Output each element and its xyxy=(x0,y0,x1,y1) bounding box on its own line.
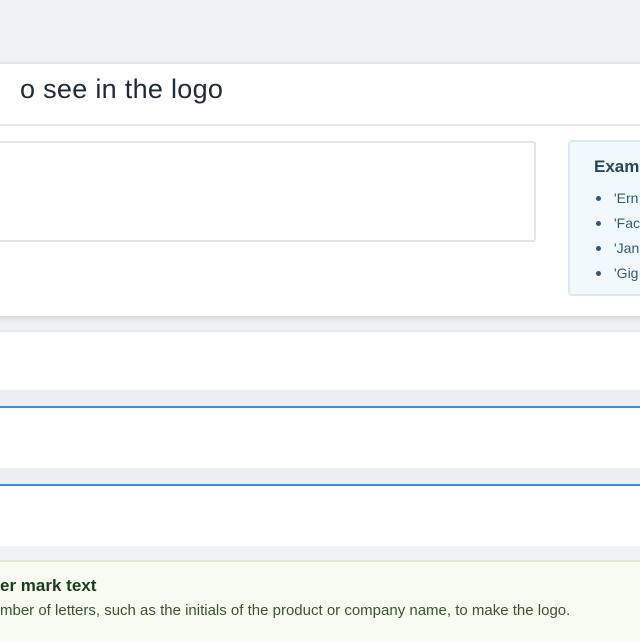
example-item: 'Fac xyxy=(594,215,640,240)
example-item: 'Ern xyxy=(594,190,640,215)
letter-mark-title: er mark text xyxy=(0,576,97,595)
example-item: 'Jan xyxy=(594,240,640,265)
option-panel-2[interactable] xyxy=(0,408,640,468)
examples-list: 'Ern 'Fac 'Jan 'Gig xyxy=(594,190,640,290)
examples-title: Examp xyxy=(594,157,640,176)
option-panel-3[interactable] xyxy=(0,486,640,546)
logo-text-input[interactable] xyxy=(0,141,536,242)
card-divider xyxy=(0,124,640,126)
section-gap xyxy=(0,468,640,484)
card-title: o see in the logo xyxy=(20,74,224,104)
page-background-top xyxy=(0,0,640,62)
letter-mark-option[interactable] xyxy=(0,560,640,642)
examples-panel: Examp 'Ern 'Fac 'Jan 'Gig xyxy=(568,140,640,296)
section-gap xyxy=(0,390,640,406)
example-item: 'Gig xyxy=(594,265,640,290)
letter-mark-description: mber of letters, such as the initials of… xyxy=(0,602,571,619)
option-panel-1[interactable] xyxy=(0,330,640,392)
